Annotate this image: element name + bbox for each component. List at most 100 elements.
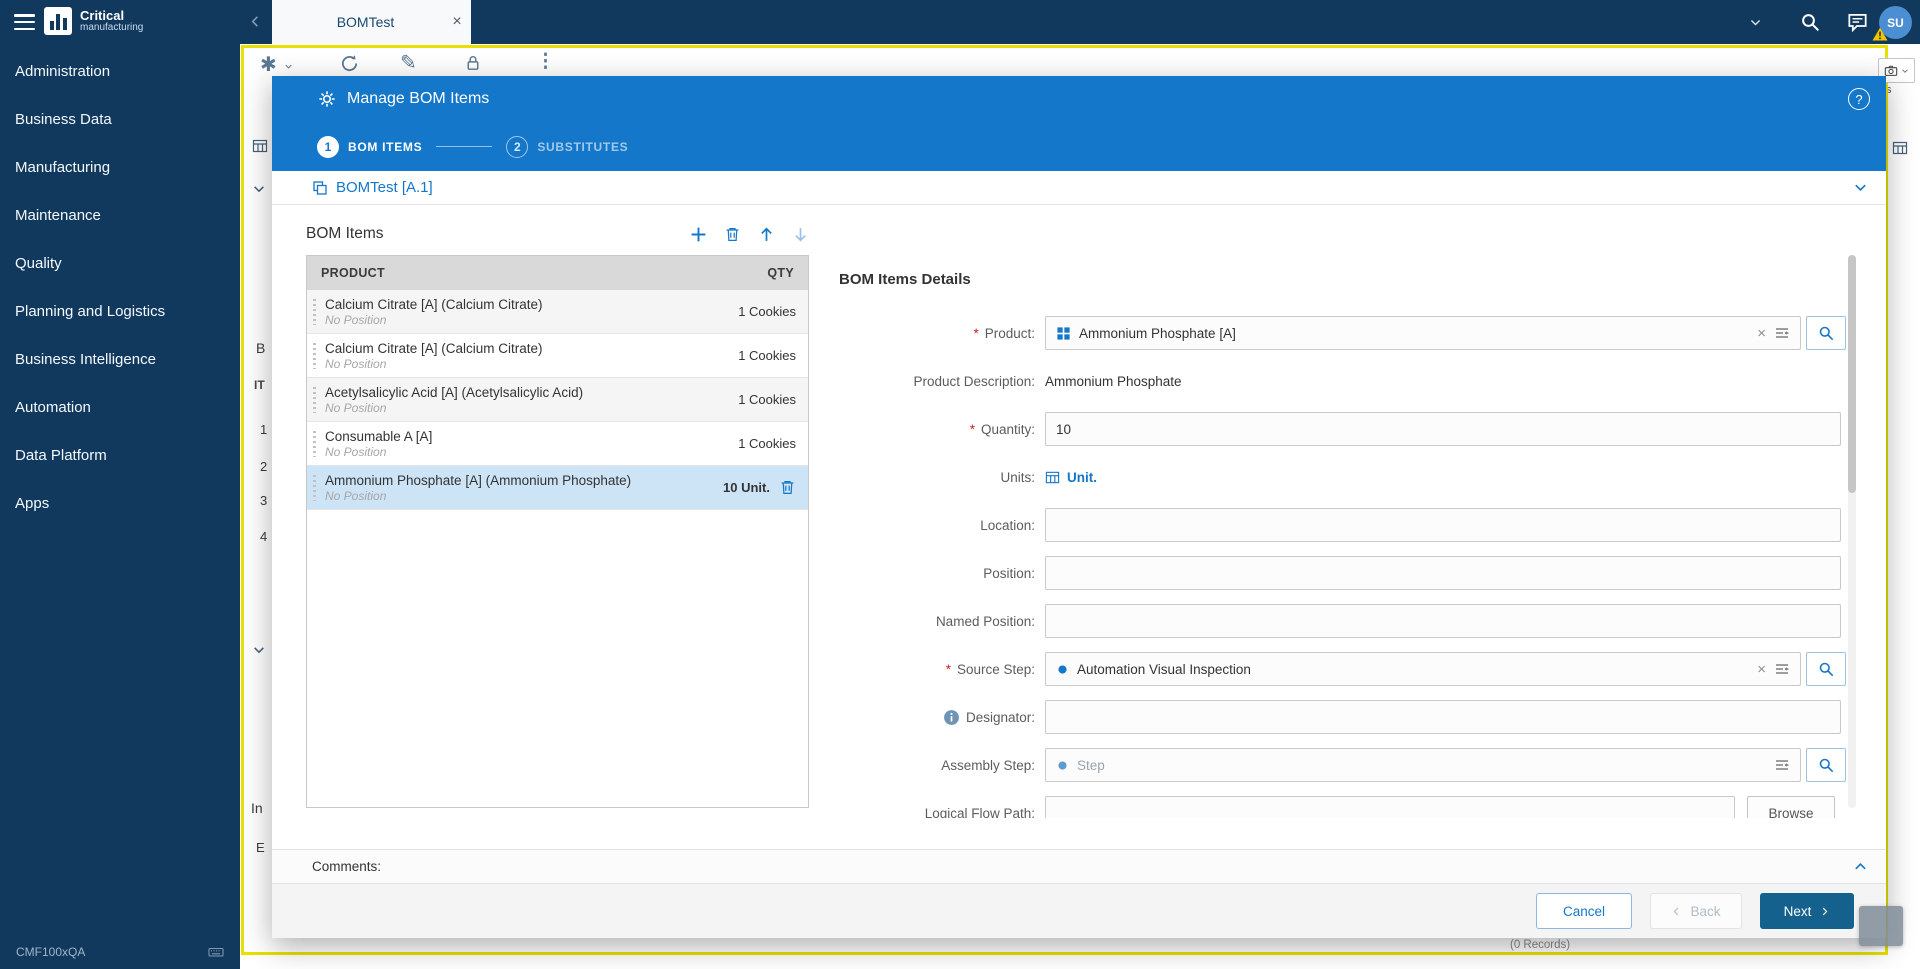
- sidebar-item-quality[interactable]: Quality: [0, 239, 240, 287]
- logical-flow-path-field[interactable]: [1045, 796, 1735, 818]
- next-button[interactable]: Next: [1760, 893, 1854, 929]
- sidebar-item-maintenance[interactable]: Maintenance: [0, 191, 240, 239]
- sidebar-item-apps[interactable]: Apps: [0, 479, 240, 527]
- product-label: Product:: [985, 326, 1035, 341]
- pick-from-list-icon[interactable]: [1774, 757, 1790, 773]
- back-button[interactable]: Back: [1650, 893, 1742, 929]
- drag-handle-icon[interactable]: [313, 299, 316, 325]
- source-step-field[interactable]: Automation Visual Inspection ×: [1045, 652, 1801, 686]
- row-qty: 1 Cookies: [738, 304, 796, 319]
- menu-toggle-button[interactable]: [14, 14, 35, 30]
- delete-row-icon[interactable]: [779, 479, 796, 496]
- source-step-row: *Source Step: Automation Visual Inspecti…: [830, 645, 1846, 693]
- avatar-initials: SU: [1887, 16, 1904, 30]
- clear-icon[interactable]: ×: [1757, 662, 1766, 677]
- product-search-button[interactable]: [1806, 316, 1846, 350]
- new-dropdown-icon[interactable]: [284, 62, 293, 71]
- assembly-step-field[interactable]: Step: [1045, 748, 1801, 782]
- table-row[interactable]: Acetylsalicylic Acid [A] (Acetylsalicyli…: [307, 378, 808, 422]
- context-entity-label: BOMTest [A.1]: [336, 179, 433, 196]
- quantity-input[interactable]: [1045, 412, 1841, 446]
- logical-flow-path-label: Logical Flow Path:: [925, 806, 1035, 819]
- sidebar-item-administration[interactable]: Administration: [0, 47, 240, 95]
- units-link[interactable]: Unit.: [1045, 470, 1097, 485]
- delete-rows-button[interactable]: [724, 226, 741, 243]
- scrollbar-thumb[interactable]: [1848, 255, 1856, 493]
- chevron-down-icon: [1901, 67, 1909, 75]
- lock-icon[interactable]: [464, 54, 482, 72]
- designator-input[interactable]: [1045, 700, 1841, 734]
- sidebar-item-business-intelligence[interactable]: Business Intelligence: [0, 335, 240, 383]
- move-down-button[interactable]: [792, 226, 809, 243]
- tabs-dropdown-icon[interactable]: [1749, 16, 1762, 29]
- table-row[interactable]: Calcium Citrate [A] (Calcium Citrate) No…: [307, 334, 808, 378]
- location-input[interactable]: [1045, 508, 1841, 542]
- sidebar-item-planning-logistics[interactable]: Planning and Logistics: [0, 287, 240, 335]
- tab-close-icon[interactable]: ×: [443, 13, 471, 31]
- context-collapse-icon[interactable]: [1853, 180, 1868, 195]
- step-label: BOM ITEMS: [348, 140, 422, 154]
- pick-from-list-icon[interactable]: [1774, 325, 1790, 341]
- source-step-search-button[interactable]: [1806, 652, 1846, 686]
- info-icon[interactable]: [943, 709, 960, 726]
- move-up-button[interactable]: [758, 226, 775, 243]
- collapse-icon[interactable]: [252, 643, 266, 657]
- product-description-row: Product Description: Ammonium Phosphate: [830, 357, 1846, 405]
- table-icon[interactable]: [252, 138, 268, 154]
- sidebar-item-manufacturing[interactable]: Manufacturing: [0, 143, 240, 191]
- details-scrollbar[interactable]: [1848, 255, 1856, 808]
- bg-fragment: E: [256, 840, 265, 855]
- sidebar-item-automation[interactable]: Automation: [0, 383, 240, 431]
- warning-badge-icon: [1872, 27, 1888, 41]
- product-description-label: Product Description:: [913, 374, 1035, 389]
- drag-handle-icon[interactable]: [313, 343, 316, 369]
- table-icon[interactable]: [1892, 140, 1908, 156]
- step-bom-items[interactable]: 1 BOM ITEMS: [317, 136, 422, 158]
- comments-section-header[interactable]: Comments:: [272, 849, 1886, 884]
- step-substitutes[interactable]: 2 SUBSTITUTES: [506, 136, 628, 158]
- location-label: Location:: [980, 518, 1035, 533]
- cancel-button[interactable]: Cancel: [1536, 893, 1632, 929]
- comments-collapse-icon[interactable]: [1853, 859, 1868, 874]
- tab-bomtest[interactable]: BOMTest ×: [272, 0, 471, 44]
- manage-icon: [318, 90, 336, 108]
- refresh-icon[interactable]: [340, 54, 359, 73]
- assembly-step-search-button[interactable]: [1806, 748, 1846, 782]
- more-options-icon[interactable]: ⋮: [536, 50, 555, 73]
- app-logo: Critical manufacturing: [44, 7, 143, 35]
- row-position: No Position: [325, 445, 738, 460]
- search-icon[interactable]: [1800, 12, 1820, 32]
- table-row[interactable]: Calcium Citrate [A] (Calcium Citrate) No…: [307, 290, 808, 334]
- drag-handle-icon[interactable]: [313, 475, 316, 501]
- column-product: PRODUCT: [321, 266, 385, 280]
- user-avatar[interactable]: SU: [1879, 6, 1912, 39]
- table-row[interactable]: Consumable A [A] No Position 1 Cookies: [307, 422, 808, 466]
- new-icon[interactable]: ✱: [260, 52, 277, 77]
- bg-fragment: s: [1886, 84, 1892, 96]
- context-bar[interactable]: BOMTest [A.1]: [272, 171, 1886, 205]
- assembly-step-row: Assembly Step: Step: [830, 741, 1846, 789]
- row-qty: 1 Cookies: [738, 348, 796, 363]
- add-row-button[interactable]: [690, 226, 707, 243]
- collapse-icon[interactable]: [252, 182, 266, 196]
- drag-handle-icon[interactable]: [313, 387, 316, 413]
- location-row: Location:: [830, 501, 1846, 549]
- browse-button[interactable]: Browse: [1747, 796, 1835, 818]
- messages-icon[interactable]: [1847, 12, 1868, 33]
- help-button[interactable]: ?: [1848, 88, 1870, 110]
- row-qty: 1 Cookies: [738, 392, 796, 407]
- product-field[interactable]: Ammonium Phosphate [A] ×: [1045, 316, 1801, 350]
- keyboard-icon: [208, 944, 224, 960]
- drag-handle-icon[interactable]: [313, 431, 316, 457]
- environment-label: CMF100xQA: [16, 945, 85, 959]
- clear-icon[interactable]: ×: [1757, 326, 1766, 341]
- sidebar-item-business-data[interactable]: Business Data: [0, 95, 240, 143]
- position-input[interactable]: [1045, 556, 1841, 590]
- named-position-input[interactable]: [1045, 604, 1841, 638]
- manage-bom-items-dialog: Manage BOM Items ? 1 BOM ITEMS 2 SUBSTIT…: [272, 76, 1886, 938]
- sidebar-item-data-platform[interactable]: Data Platform: [0, 431, 240, 479]
- pick-from-list-icon[interactable]: [1774, 661, 1790, 677]
- edit-icon[interactable]: ✎: [400, 50, 417, 75]
- tab-scroll-left-icon[interactable]: [248, 14, 263, 29]
- table-row-selected[interactable]: Ammonium Phosphate [A] (Ammonium Phospha…: [307, 466, 808, 510]
